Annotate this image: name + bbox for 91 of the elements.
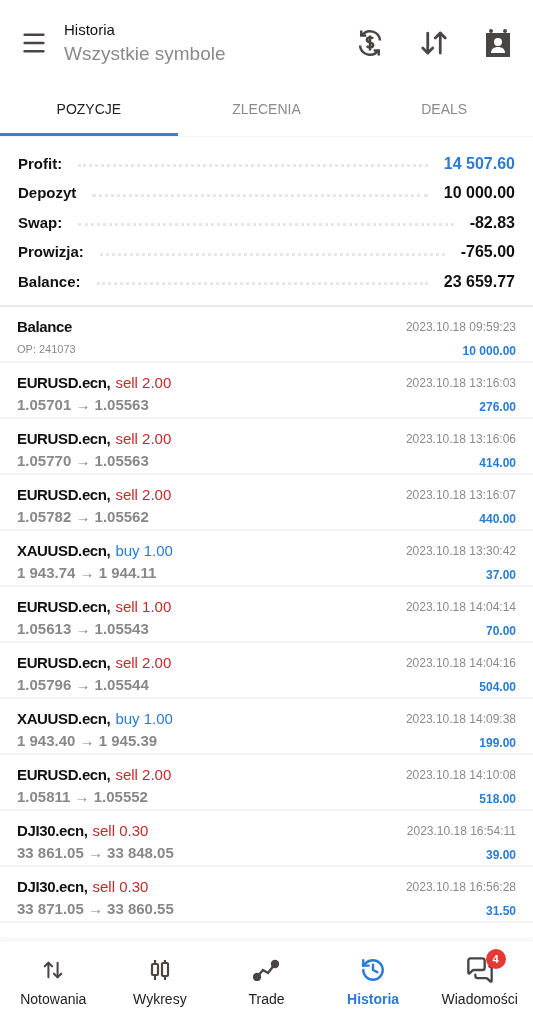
line-chart-icon [253, 959, 280, 981]
summary-value: 23 659.77 [443, 271, 515, 292]
up-down-arrows-icon [42, 959, 65, 981]
trade-action: sell 1.00 [115, 596, 172, 617]
summary-label: Depozyt [18, 183, 77, 203]
profit-amount: 31.50 [485, 902, 516, 920]
history-row[interactable]: Balance OP: 241073 2023.10.18 09:59:23 10 000.00 [0, 306, 533, 363]
summary-label: Profit: [18, 153, 63, 174]
symbol-label: EURUSD.ecn, [17, 428, 111, 449]
candlestick-icon [148, 958, 171, 982]
summary-label: Prowizja: [18, 242, 84, 262]
trade-action: buy 1.00 [115, 708, 173, 729]
trade-action: buy 1.00 [115, 540, 173, 561]
trade-time: 2023.10.18 13:16:03 [405, 374, 516, 392]
header-title: Historia [64, 20, 116, 41]
trade-detail: 1.05796 → 1.05544 [17, 675, 150, 695]
trade-action: sell 2.00 [115, 428, 172, 449]
nav-tab[interactable]: 4 Wiadomości [426, 941, 533, 1024]
header-subtitle[interactable]: Wszystkie symbole [64, 41, 355, 66]
symbol-label: DJI30.ecn, [17, 876, 88, 897]
trade-action: sell 2.00 [115, 764, 172, 785]
history-row[interactable]: DJI30.ecn, sell 0.30 33 861.05 → 33 848.05 2023.10.18 16:54:11 39.00 [0, 810, 533, 867]
trade-detail: 33 861.05 → 33 848.05 [17, 843, 174, 863]
summary-value: -82.83 [469, 212, 515, 233]
trade-action: sell 0.30 [92, 820, 149, 841]
tab[interactable]: POZYCJE [0, 85, 178, 136]
profit-amount: 199.00 [479, 734, 516, 752]
history-row[interactable]: EURUSD.ecn, sell 2.00 1.05782 → 1.05562 2023.10.18 13:16:07 440.00 [0, 474, 533, 531]
tab[interactable]: DEALS [355, 85, 533, 136]
trade-action: sell 0.30 [92, 876, 149, 897]
history-row[interactable]: XAUUSD.ecn, buy 1.00 1 943.40 → 1 945.39 2023.10.18 14:09:38 199.00 [0, 698, 533, 755]
history-row[interactable]: EURUSD.ecn, sell 1.00 1.05613 → 1.05543 2023.10.18 14:04:14 70.00 [0, 586, 533, 643]
trade-detail: 1.05811 → 1.05552 [17, 787, 149, 807]
trade-detail: 1 943.74 → 1 944.11 [17, 563, 158, 583]
profit-amount: 276.00 [479, 398, 516, 416]
trade-time: 2023.10.18 14:04:16 [405, 654, 516, 672]
profit-amount: 504.00 [479, 678, 516, 696]
trade-detail: 1.05701 → 1.05563 [17, 395, 150, 415]
trade-detail: 1.05613 → 1.05543 [17, 619, 150, 639]
symbol-label: EURUSD.ecn, [17, 652, 111, 673]
profit-amount: 70.00 [485, 622, 516, 640]
history-row[interactable]: EURUSD.ecn, sell 2.00 1.05701 → 1.05563 2023.10.18 13:16:03 276.00 [0, 362, 533, 419]
profit-amount: 37.00 [485, 566, 516, 584]
symbol-label: Balance [17, 316, 72, 337]
history-row[interactable]: EURUSD.ecn, sell 2.00 1.05770 → 1.05563 2023.10.18 13:16:06 414.00 [0, 418, 533, 475]
trade-action: sell 2.00 [115, 372, 172, 393]
unread-badge: 4 [485, 949, 506, 969]
trade-detail: 33 871.05 → 33 860.55 [17, 899, 174, 919]
nav-tab[interactable]: Trade [213, 941, 320, 1024]
summary-label: Balance: [18, 271, 81, 292]
symbol-label: XAUUSD.ecn, [17, 540, 111, 561]
trade-time: 2023.10.18 13:16:06 [405, 430, 516, 448]
history-row[interactable]: EURUSD.ecn, sell 2.00 1.05811 → 1.05552 2023.10.18 14:10:08 518.00 [0, 754, 533, 811]
trade-detail: 1 943.40 → 1 945.39 [17, 731, 159, 751]
chat-bubbles-icon [465, 956, 494, 984]
trade-time: 2023.10.18 13:30:42 [405, 542, 516, 560]
trade-time: 2023.10.18 16:54:11 [406, 822, 516, 840]
profit-amount: 414.00 [479, 454, 516, 472]
trade-time: 2023.10.18 14:04:14 [405, 598, 516, 616]
trade-action: sell 2.00 [115, 652, 172, 673]
summary-label: Swap: [18, 212, 63, 233]
history-row[interactable]: DJI30.ecn, sell 0.30 33 871.05 → 33 860.55 2023.10.18 16:56:28 31.50 [0, 866, 533, 923]
symbol-label: EURUSD.ecn, [17, 596, 111, 617]
trade-detail: OP: 241073 [17, 342, 76, 357]
trade-action: sell 2.00 [115, 484, 172, 505]
symbol-label: EURUSD.ecn, [17, 484, 111, 505]
trade-time: 2023.10.18 13:16:07 [405, 486, 516, 504]
symbol-label: EURUSD.ecn, [17, 372, 111, 393]
profit-amount: 518.00 [479, 790, 516, 808]
history-row[interactable]: XAUUSD.ecn, buy 1.00 1 943.74 → 1 944.11 2023.10.18 13:30:42 37.00 [0, 530, 533, 587]
history-icon [360, 957, 387, 983]
trade-detail: 1.05770 → 1.05563 [17, 451, 150, 471]
profit-amount: 440.00 [479, 510, 516, 528]
summary-value: -765.00 [460, 242, 515, 263]
contact-calendar-icon[interactable] [483, 26, 513, 59]
symbol-label: XAUUSD.ecn, [17, 708, 111, 729]
nav-tab[interactable]: Notowania [0, 941, 107, 1024]
trade-time: 2023.10.18 14:10:08 [405, 766, 516, 784]
history-row[interactable]: EURUSD.ecn, sell 2.00 1.05796 → 1.05544 2023.10.18 14:04:16 504.00 [0, 642, 533, 699]
trade-detail: 1.05782 → 1.05562 [17, 507, 150, 527]
symbol-label: EURUSD.ecn, [17, 764, 111, 785]
profit-amount: 10 000.00 [462, 342, 516, 360]
trade-time: 2023.10.18 09:59:23 [405, 318, 516, 336]
nav-tab[interactable]: Wykresy [106, 941, 214, 1024]
trade-time: 2023.10.18 14:09:38 [405, 710, 516, 728]
nav-tab[interactable]: Historia [319, 941, 427, 1024]
profit-amount: 39.00 [485, 846, 516, 864]
summary-value: 10 000.00 [443, 183, 515, 204]
trade-time: 2023.10.18 16:56:28 [405, 878, 516, 896]
symbol-label: DJI30.ecn, [17, 820, 88, 841]
summary-value: 14 507.60 [443, 153, 515, 174]
